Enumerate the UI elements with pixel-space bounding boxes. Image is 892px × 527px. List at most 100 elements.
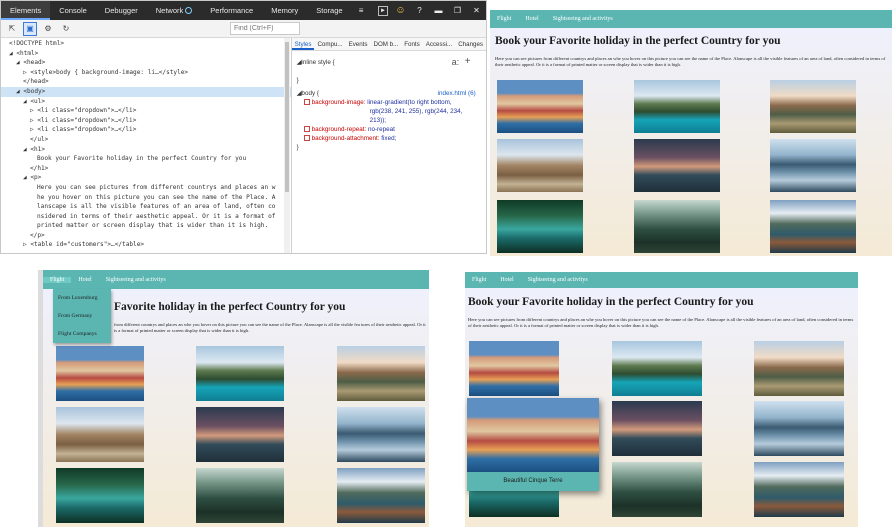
dom-node-line[interactable]: </p> bbox=[1, 231, 291, 241]
nav-flight[interactable]: Flight bbox=[490, 16, 518, 22]
hover-zoom-card[interactable]: Beautiful Cinque Terre bbox=[467, 398, 599, 491]
landscape-photo-mtnsun[interactable] bbox=[770, 80, 856, 133]
undock-icon[interactable]: ❐ bbox=[451, 4, 464, 17]
dom-node-line[interactable]: Here you can see pictures from different… bbox=[1, 183, 291, 193]
dom-node-line[interactable]: ▷ <li class="dropdown">…</li> bbox=[1, 125, 291, 135]
nav-flight[interactable]: Flight bbox=[465, 277, 493, 283]
dropdown-item-germany[interactable]: From Germany bbox=[53, 307, 111, 325]
checkbox-icon[interactable] bbox=[303, 126, 310, 132]
dom-tree[interactable]: <!DOCTYPE html> ◢ <html> ◢ <head> ▷ <style>… bbox=[1, 38, 292, 253]
landscape-photo-mirror[interactable] bbox=[754, 401, 844, 456]
dom-node-line[interactable]: ▷ <table id="customers">…</table> bbox=[1, 240, 291, 250]
landscape-photo-lake[interactable] bbox=[196, 346, 284, 401]
refresh-icon[interactable]: ↻ bbox=[59, 22, 73, 36]
landscape-photo-mtnsun[interactable] bbox=[754, 341, 844, 396]
landscape-photo-dusk[interactable] bbox=[196, 407, 284, 462]
dom-node-line[interactable]: </ul> bbox=[1, 135, 291, 145]
tab-debugger[interactable]: Debugger bbox=[96, 1, 147, 20]
landscape-photo-alpine[interactable] bbox=[337, 468, 425, 523]
rule-selector[interactable]: ◢body { bbox=[297, 90, 319, 97]
landscape-photo-lake[interactable] bbox=[612, 341, 702, 396]
landscape-photo-alpine[interactable] bbox=[770, 200, 856, 253]
prop-background-repeat[interactable]: background-repeat: no-repeat bbox=[303, 126, 395, 133]
dom-node-line[interactable]: <!DOCTYPE html> bbox=[1, 39, 291, 49]
landscape-photo-forest[interactable] bbox=[612, 462, 702, 517]
feedback-smile-icon[interactable]: ☺ bbox=[394, 4, 407, 17]
landscape-photo-lake[interactable] bbox=[634, 80, 720, 133]
rule-source-link[interactable]: index.html (6) bbox=[438, 90, 476, 97]
tab-console[interactable]: Console bbox=[50, 1, 96, 20]
landscape-photo-mirror[interactable] bbox=[337, 407, 425, 462]
nav-flight[interactable]: Flight bbox=[43, 276, 72, 283]
dropdown-item-luxemburg[interactable]: From Luxemburg bbox=[53, 289, 111, 307]
landscape-photo-river[interactable] bbox=[497, 200, 583, 253]
dom-node-line[interactable]: ▷ <style>body { background-image: li…</s… bbox=[1, 68, 291, 78]
landscape-photo-town[interactable] bbox=[56, 346, 144, 401]
nav-hotel[interactable]: Hotel bbox=[518, 16, 545, 22]
nav-hotel[interactable]: Hotel bbox=[493, 277, 520, 283]
nav-hotel[interactable]: Hotel bbox=[71, 277, 98, 283]
more-tabs-icon[interactable]: ≡ bbox=[355, 4, 368, 17]
dom-tree-scrollbar[interactable] bbox=[283, 38, 290, 253]
tab-network[interactable]: Network bbox=[147, 1, 202, 20]
dom-node-line[interactable]: ◢ <ul> bbox=[1, 97, 291, 107]
nav-sightseeing[interactable]: Sightseeing and activitys bbox=[521, 277, 595, 283]
dom-node-line[interactable]: ◢ <head> bbox=[1, 58, 291, 68]
new-rule-button[interactable]: a: bbox=[452, 57, 460, 67]
nav-sightseeing[interactable]: Sightseeing and activitys bbox=[546, 16, 620, 22]
tab-memory[interactable]: Memory bbox=[262, 1, 307, 20]
dom-node-line[interactable]: ▷ <li class="dropdown">…</li> bbox=[1, 106, 291, 116]
landscape-photo-town[interactable] bbox=[497, 80, 583, 133]
find-input[interactable] bbox=[230, 22, 300, 35]
tab-storage[interactable]: Storage bbox=[307, 1, 351, 20]
dom-node-line[interactable]: he you hover on this picture you can see… bbox=[1, 193, 291, 203]
checkbox-icon[interactable] bbox=[303, 135, 310, 141]
tab-changes[interactable]: Changes bbox=[455, 38, 486, 50]
tab-events[interactable]: Events bbox=[346, 38, 371, 50]
dom-node-line[interactable]: Book your Favorite holiday in the perfec… bbox=[1, 154, 291, 164]
help-icon[interactable]: ? bbox=[413, 4, 426, 17]
checkbox-icon[interactable] bbox=[303, 99, 310, 105]
inline-style-label[interactable]: ◢inline style { bbox=[297, 59, 335, 66]
dom-node-line[interactable]: ◢ <h1> bbox=[1, 145, 291, 155]
tab-elements[interactable]: Elements bbox=[1, 1, 51, 20]
landscape-photo-town[interactable] bbox=[469, 341, 559, 396]
dom-node-line[interactable]: nsidered in terms of their aesthetic app… bbox=[1, 212, 291, 222]
dom-node-line[interactable]: lanscape is all the visible features of … bbox=[1, 202, 291, 212]
dom-node-line[interactable]: printed matter or screen display that is… bbox=[1, 221, 291, 231]
tab-computed[interactable]: Compu... bbox=[314, 38, 345, 50]
prop-background-image[interactable]: background-image: linear-gradient(to rig… bbox=[303, 99, 452, 106]
emulate-device-icon[interactable]: ▣ bbox=[23, 21, 37, 36]
landscape-photo-canyon[interactable] bbox=[56, 407, 144, 462]
dom-node-line[interactable]: </h1> bbox=[1, 164, 291, 174]
tab-performance[interactable]: Performance bbox=[201, 1, 262, 20]
dock-icon[interactable]: ▬ bbox=[432, 4, 445, 17]
close-icon[interactable]: ✕ bbox=[470, 4, 483, 17]
nav-sightseeing[interactable]: Sightseeing and activitys bbox=[99, 277, 173, 283]
landscape-photo-forest[interactable] bbox=[196, 468, 284, 523]
dom-node-line[interactable]: ◢ <body> bbox=[1, 86, 291, 97]
scrollbar-thumb[interactable] bbox=[284, 42, 289, 192]
landscape-photo-dusk[interactable] bbox=[612, 401, 702, 456]
landscape-photo-river[interactable] bbox=[56, 468, 144, 523]
dom-node-line[interactable]: </head> bbox=[1, 77, 291, 87]
tab-fonts[interactable]: Fonts bbox=[401, 38, 422, 50]
inspect-element-icon[interactable]: ⇱ bbox=[5, 22, 19, 36]
prop-background-attachment[interactable]: background-attachment: fixed; bbox=[303, 135, 396, 142]
tab-dom-breakpoints[interactable]: DOM b... bbox=[370, 38, 401, 50]
tab-accessibility[interactable]: Accessi... bbox=[423, 38, 455, 50]
landscape-photo-forest[interactable] bbox=[634, 200, 720, 253]
settings-gear-icon[interactable]: ⚙ bbox=[41, 22, 55, 36]
dropdown-item-flight-companys[interactable]: Flight Companys bbox=[53, 325, 111, 343]
add-rule-button[interactable]: + bbox=[465, 56, 471, 67]
dom-node-line[interactable]: ▷ <li class="dropdown">…</li> bbox=[1, 116, 291, 126]
landscape-photo-mtnsun[interactable] bbox=[337, 346, 425, 401]
landscape-photo-canyon[interactable] bbox=[497, 139, 583, 192]
dom-node-line[interactable]: ◢ <html> bbox=[1, 49, 291, 59]
tab-styles[interactable]: Styles bbox=[291, 38, 315, 50]
landscape-photo-mirror[interactable] bbox=[770, 139, 856, 192]
landscape-photo-dusk[interactable] bbox=[634, 139, 720, 192]
dom-node-line[interactable]: ◢ <p> bbox=[1, 173, 291, 183]
landscape-photo-alpine[interactable] bbox=[754, 462, 844, 517]
console-drawer-icon[interactable]: ► bbox=[378, 5, 388, 16]
